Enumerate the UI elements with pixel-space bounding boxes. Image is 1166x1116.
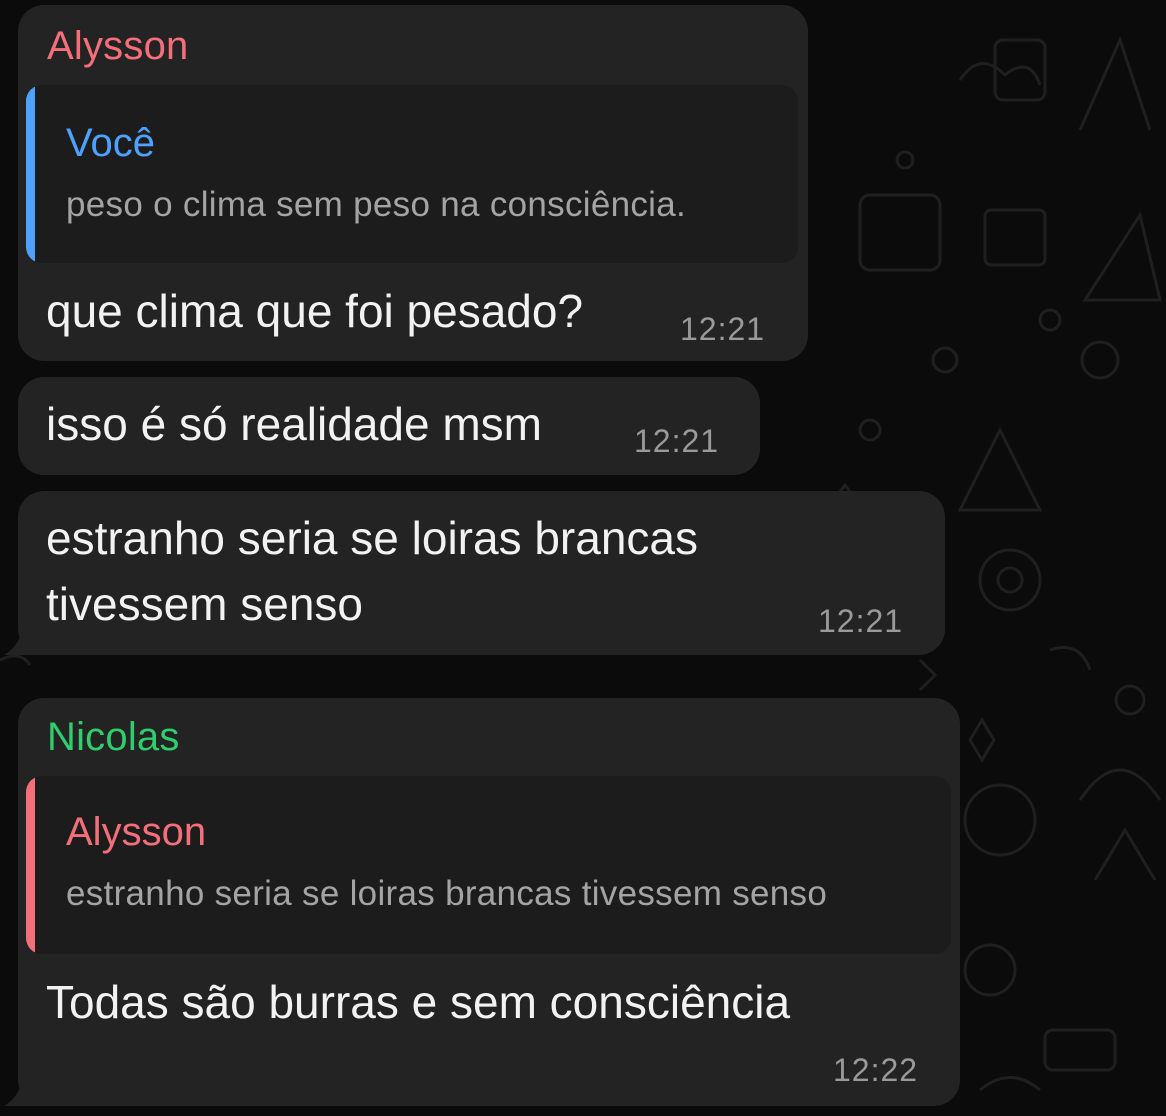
- message-text: Todas são burras e sem consciência: [46, 976, 791, 1028]
- reply-quote-bar: [26, 776, 35, 954]
- reply-quote[interactable]: Você peso o clima sem peso na consciênci…: [26, 85, 798, 263]
- bubble-tail: [4, 615, 44, 655]
- reply-author: Você: [66, 121, 155, 165]
- message-timestamp: 12:21: [680, 311, 766, 347]
- message-bubble[interactable]: isso é só realidade msm 12:21: [18, 377, 760, 475]
- bubble-tail: [4, 1066, 44, 1106]
- message-text-line: estranho seria se loiras brancas: [46, 512, 698, 564]
- message-text-line: tivessem senso: [46, 578, 364, 630]
- message-timestamp: 12:21: [634, 423, 720, 459]
- reply-quote[interactable]: Alysson estranho seria se loiras brancas…: [26, 776, 951, 954]
- message-bubble[interactable]: estranho seria se loiras brancas tivesse…: [18, 491, 945, 655]
- message-timestamp: 12:21: [818, 603, 904, 639]
- message-text: que clima que foi pesado?: [46, 285, 584, 337]
- message-bubble[interactable]: Nicolas Alysson estranho seria se loiras…: [18, 698, 960, 1106]
- reply-quote-bar: [26, 85, 35, 263]
- message-bubble[interactable]: Alysson Você peso o clima sem peso na co…: [18, 5, 808, 361]
- reply-author: Alysson: [66, 810, 207, 854]
- reply-text: estranho seria se loiras brancas tivesse…: [66, 874, 828, 913]
- sender-name[interactable]: Nicolas: [47, 715, 180, 760]
- sender-name[interactable]: Alysson: [47, 24, 188, 69]
- reply-text: peso o clima sem peso na consciência.: [66, 185, 687, 224]
- message-timestamp: 12:22: [833, 1052, 919, 1088]
- message-text: isso é só realidade msm: [46, 398, 542, 450]
